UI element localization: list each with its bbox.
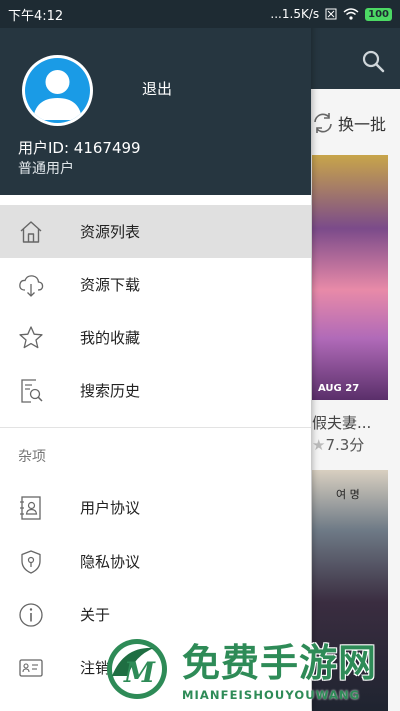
menu-item-resource-download[interactable]: 资源下载 — [0, 258, 311, 311]
user-id: 用户ID: 4167499 — [18, 139, 141, 157]
info-icon — [19, 602, 43, 627]
menu-item-resource-list[interactable]: 资源列表 — [0, 205, 311, 258]
poster-date: AUG 27 — [318, 383, 360, 394]
search-icon[interactable] — [360, 48, 386, 74]
user-avatar-icon — [33, 70, 82, 120]
status-time: 下午4:12 — [8, 8, 64, 24]
wifi-icon — [343, 8, 359, 20]
id-card-icon — [19, 658, 43, 677]
menu-item-label: 搜索历史 — [80, 382, 141, 400]
user-agreement-icon — [20, 495, 41, 520]
menu-item-label: 我的收藏 — [80, 329, 141, 347]
privacy-shield-icon — [21, 549, 41, 574]
watermark-text-en: MIANFEISHOUYOUWANG — [182, 688, 361, 702]
menu-item-favorites[interactable]: 我的收藏 — [0, 311, 311, 364]
watermark-text-cn: 免费手游网 — [182, 640, 378, 685]
refresh-label: 换一批 — [338, 115, 387, 134]
divider — [0, 427, 311, 428]
status-icons: ...1.5K/s 100 — [270, 7, 392, 21]
navigation-drawer: 退出 用户ID: 4167499 普通用户 资源列表 资源下载 我的收藏 搜索历… — [0, 0, 311, 711]
section-label-misc: 杂项 — [18, 449, 46, 465]
avatar[interactable] — [22, 55, 93, 126]
watermark: M 免费手游网 MIANFEISHOUYOUWANG — [104, 632, 400, 711]
menu-item-label: 隐私协议 — [80, 553, 141, 571]
cloud-download-icon — [19, 274, 44, 297]
svg-text:M: M — [123, 656, 156, 689]
menu-item-label: 资源列表 — [80, 223, 141, 241]
network-speed: ...1.5K/s — [270, 7, 320, 21]
battery-icon: 100 — [365, 7, 392, 21]
watermark-logo-icon: M — [107, 639, 167, 699]
search-history-icon — [21, 378, 43, 403]
menu-item-label: 关于 — [80, 606, 111, 624]
star-icon: ★ — [312, 436, 326, 454]
item-title[interactable]: 假夫妻... — [312, 412, 371, 433]
status-bar: 下午4:12 ...1.5K/s 100 — [0, 0, 400, 28]
menu-item-search-history[interactable]: 搜索历史 — [0, 364, 311, 417]
menu-item-privacy-agreement[interactable]: 隐私协议 — [0, 535, 311, 588]
refresh-icon — [314, 113, 332, 133]
menu-item-label: 资源下载 — [80, 276, 141, 294]
home-icon — [20, 220, 42, 243]
item-score: ★7.3分 — [312, 436, 365, 454]
star-icon — [19, 325, 43, 348]
user-type: 普通用户 — [18, 161, 74, 177]
logout-button[interactable]: 退出 — [142, 78, 172, 99]
drawer-header: 退出 用户ID: 4167499 普通用户 — [0, 0, 311, 195]
poster-image[interactable] — [312, 155, 388, 400]
sim-disabled-icon — [325, 8, 337, 20]
menu-item-label: 用户协议 — [80, 499, 141, 517]
refresh-batch-button[interactable]: 换一批 — [310, 110, 386, 136]
menu-item-user-agreement[interactable]: 用户协议 — [0, 481, 311, 534]
poster-text: 여 명 — [336, 488, 360, 501]
